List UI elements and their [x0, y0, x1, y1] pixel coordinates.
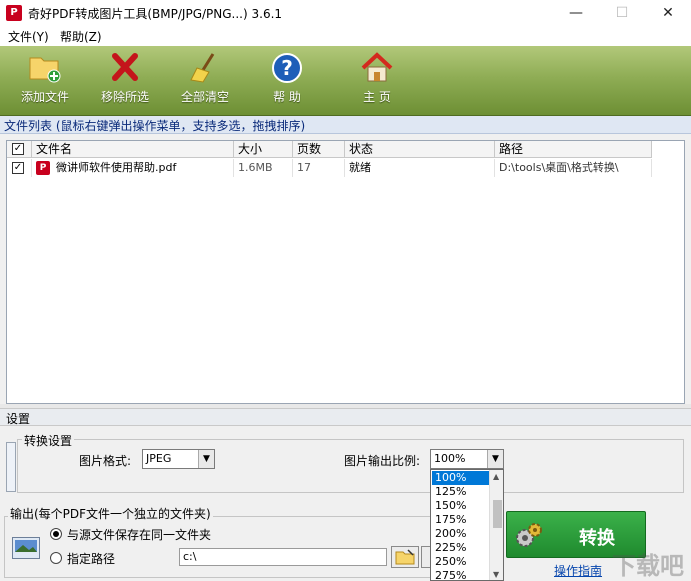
scale-option[interactable]: 150%: [432, 499, 489, 513]
help-button[interactable]: ? 帮 助: [258, 50, 316, 112]
home-label: 主 页: [363, 90, 391, 104]
select-all-checkbox[interactable]: ✓: [12, 143, 24, 155]
title-bar: P 奇好PDF转成图片工具(BMP/JPG/PNG...) 3.6.1 — ☐ …: [0, 0, 691, 26]
clear-all-button[interactable]: 全部清空: [176, 50, 234, 112]
house-icon: [361, 52, 393, 82]
pdf-file-icon: P: [36, 161, 50, 175]
watermark: 下载吧: [612, 552, 684, 580]
add-file-label: 添加文件: [20, 90, 69, 104]
same-folder-label: 与源文件保存在同一文件夹: [67, 528, 212, 542]
row-name-cell: P 微讲师软件使用帮助.pdf: [32, 159, 234, 177]
settings-collapse-handle[interactable]: [6, 442, 16, 492]
home-button[interactable]: 主 页: [348, 50, 406, 112]
custom-path-label: 指定路径: [67, 552, 116, 566]
add-folder-icon: [29, 57, 61, 83]
scale-option[interactable]: 100%: [432, 471, 489, 485]
toolbar: 添加文件 移除所选 全部清空 ? 帮 助 主 页: [0, 46, 691, 116]
folder-browse-icon: [395, 549, 415, 565]
browse-folder-button[interactable]: [391, 546, 419, 568]
output-path-input[interactable]: c:\: [179, 548, 387, 566]
table-row[interactable]: ✓ P 微讲师软件使用帮助.pdf 1.6MB 17 就绪 D:\tools\桌…: [7, 159, 652, 177]
add-file-button[interactable]: 添加文件: [16, 50, 74, 112]
format-label: 图片格式:: [79, 454, 132, 468]
scale-option[interactable]: 250%: [432, 555, 489, 569]
svg-text:?: ?: [281, 56, 293, 80]
column-path[interactable]: 路径: [495, 141, 652, 158]
scroll-down-icon[interactable]: ▼: [493, 570, 499, 579]
monitor-image-icon: [12, 537, 40, 559]
column-status[interactable]: 状态: [345, 141, 495, 158]
list-header-row: ✓ 文件名 大小 页数 状态 路径: [7, 141, 652, 158]
row-pages: 17: [293, 159, 345, 177]
scale-select[interactable]: 100% ▼: [430, 449, 504, 469]
scale-label: 图片输出比例:: [344, 454, 421, 468]
file-list-view[interactable]: ✓ 文件名 大小 页数 状态 路径 ✓ P 微讲师软件使用帮助.pdf 1.6M…: [6, 140, 685, 404]
app-icon: P: [6, 5, 22, 21]
format-value: JPEG: [146, 452, 172, 465]
header-check-column[interactable]: ✓: [7, 141, 32, 158]
row-check-cell[interactable]: ✓: [7, 159, 32, 177]
menu-file[interactable]: 文件(Y): [8, 28, 49, 45]
broom-icon: [190, 53, 215, 83]
scale-option[interactable]: 175%: [432, 513, 489, 527]
minimize-button[interactable]: —: [553, 0, 599, 26]
red-x-icon: [112, 53, 138, 81]
settings-header: 设置: [0, 408, 691, 426]
column-size[interactable]: 大小: [234, 141, 293, 158]
question-icon: ?: [272, 53, 302, 83]
scale-option[interactable]: 275%: [432, 569, 489, 580]
menu-help[interactable]: 帮助(Z): [60, 28, 102, 45]
column-name[interactable]: 文件名: [32, 141, 234, 158]
operation-guide-link[interactable]: 操作指南: [554, 562, 602, 579]
menu-bar: 文件(Y) 帮助(Z): [0, 26, 691, 46]
window-title: 奇好PDF转成图片工具(BMP/JPG/PNG...) 3.6.1: [28, 7, 283, 21]
scroll-thumb[interactable]: [493, 500, 502, 528]
output-settings-title: 输出(每个PDF文件一个独立的文件夹): [8, 505, 213, 522]
scale-value: 100%: [434, 452, 466, 465]
close-button[interactable]: ✕: [645, 0, 691, 26]
custom-path-radio[interactable]: [50, 552, 62, 564]
dropdown-scrollbar[interactable]: ▲ ▼: [489, 470, 503, 580]
row-checkbox[interactable]: ✓: [12, 162, 24, 174]
chevron-down-icon[interactable]: ▼: [198, 450, 214, 468]
scale-option[interactable]: 200%: [432, 527, 489, 541]
column-pages[interactable]: 页数: [293, 141, 345, 158]
format-select[interactable]: JPEG ▼: [142, 449, 215, 469]
scale-option[interactable]: 225%: [432, 541, 489, 555]
same-folder-radio[interactable]: [50, 528, 62, 540]
remove-selected-label: 移除所选: [100, 90, 149, 104]
row-path: D:\tools\桌面\格式转换\: [495, 159, 652, 177]
chevron-down-icon[interactable]: ▼: [487, 450, 503, 468]
remove-selected-button[interactable]: 移除所选: [96, 50, 154, 112]
row-size: 1.6MB: [234, 159, 293, 177]
help-label: 帮 助: [273, 90, 301, 104]
row-file-name: 微讲师软件使用帮助.pdf: [56, 161, 177, 174]
clear-all-label: 全部清空: [180, 90, 229, 104]
convert-label: 转换: [579, 528, 615, 549]
scale-dropdown-list[interactable]: 100% 125% 150% 175% 200% 225% 250% 275% …: [430, 469, 504, 581]
file-list-header: 文件列表 (鼠标右键弹出操作菜单，支持多选，拖拽排序): [0, 116, 691, 134]
conversion-settings-title: 转换设置: [22, 432, 75, 449]
gears-icon: [516, 523, 542, 547]
scale-option[interactable]: 125%: [432, 485, 489, 499]
row-status: 就绪: [345, 159, 495, 177]
maximize-button[interactable]: ☐: [599, 0, 645, 26]
scroll-up-icon[interactable]: ▲: [493, 472, 499, 481]
